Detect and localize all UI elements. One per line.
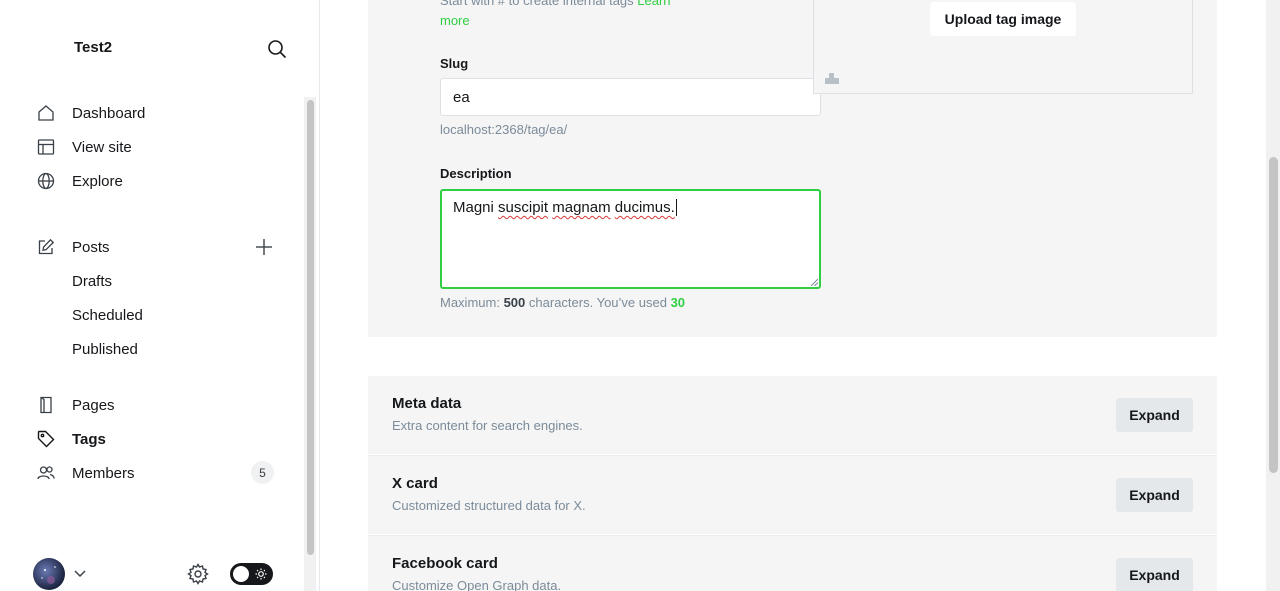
- main-scrollbar-thumb[interactable]: [1269, 157, 1278, 473]
- section-facebook-card: Facebook card Customize Open Graph data.…: [368, 535, 1217, 591]
- members-count-badge: 5: [251, 461, 274, 484]
- slug-url: localhost:2368/tag/ea/: [440, 122, 568, 137]
- slug-value: ea: [453, 88, 470, 106]
- section-title: Facebook card: [392, 555, 498, 572]
- nav-label: Explore: [72, 172, 123, 190]
- globe-icon: [36, 171, 56, 191]
- desc-word: ducimus.: [614, 199, 675, 216]
- expand-button[interactable]: Expand: [1116, 398, 1193, 432]
- theme-toggle[interactable]: [230, 563, 273, 585]
- expand-button[interactable]: Expand: [1116, 558, 1193, 591]
- pages-icon: [36, 395, 56, 415]
- char-used: 30: [670, 295, 686, 310]
- section-meta-data: Meta data Extra content for search engin…: [368, 376, 1217, 454]
- search-icon: [268, 40, 287, 59]
- nav-drafts[interactable]: Drafts: [72, 268, 112, 294]
- home-icon: [36, 103, 56, 123]
- nav-members[interactable]: Members: [36, 460, 135, 486]
- members-icon: [36, 463, 56, 483]
- nav-scheduled[interactable]: Scheduled: [72, 302, 143, 328]
- site-title: Test2: [74, 39, 113, 56]
- nav-label: Drafts: [72, 272, 113, 290]
- upload-tag-image-button[interactable]: Upload tag image: [930, 2, 1076, 36]
- nav-explore[interactable]: Explore: [36, 168, 123, 194]
- char-hint-mid: characters. You’ve used: [528, 295, 667, 310]
- sidebar-scrollbar-thumb[interactable]: [307, 100, 314, 555]
- nav-pages[interactable]: Pages: [36, 392, 115, 418]
- layout-icon: [36, 137, 56, 157]
- chevron-down-icon: [74, 570, 86, 578]
- add-post-button[interactable]: [253, 236, 275, 258]
- section-description: Extra content for search engines.: [392, 418, 583, 433]
- char-count-hint: Maximum: 500 characters. You’ve used 30: [440, 295, 685, 310]
- nav-published[interactable]: Published: [72, 336, 138, 362]
- nav-label: View site: [72, 138, 132, 156]
- nav-tags[interactable]: Tags: [36, 426, 106, 452]
- nav-label: Scheduled: [72, 306, 143, 324]
- section-description: Customized structured data for X.: [392, 498, 586, 513]
- avatar[interactable]: [33, 558, 65, 590]
- search-button[interactable]: [264, 36, 290, 62]
- nav-label: Published: [72, 340, 138, 358]
- desc-word: Magni: [453, 199, 494, 216]
- image-placeholder-icon: [825, 73, 839, 84]
- section-title: X card: [392, 475, 438, 492]
- name-hint-text: Start with # to create internal tags: [440, 0, 634, 8]
- expand-button[interactable]: Expand: [1116, 478, 1193, 512]
- gear-icon: [187, 563, 209, 585]
- description-label: Description: [440, 166, 512, 181]
- sun-icon: [253, 566, 269, 582]
- main-content: Start with # to create internal tags Lea…: [320, 0, 1280, 591]
- char-max: 500: [503, 295, 526, 310]
- section-description: Customize Open Graph data.: [392, 578, 562, 591]
- tag-image-box: Upload tag image: [813, 0, 1193, 94]
- nav-label: Members: [72, 464, 135, 482]
- nav-dashboard[interactable]: Dashboard: [36, 100, 145, 126]
- tag-icon: [36, 429, 56, 449]
- nav-label: Dashboard: [72, 104, 146, 122]
- slug-label: Slug: [440, 56, 469, 71]
- section-x-card: X card Customized structured data for X.…: [368, 455, 1217, 534]
- user-menu-toggle[interactable]: [72, 566, 88, 582]
- desc-word: suscipit: [498, 199, 549, 216]
- settings-button[interactable]: [186, 562, 210, 586]
- nav-posts[interactable]: Posts: [36, 234, 110, 260]
- edit-icon: [36, 237, 56, 257]
- description-textarea[interactable]: Magni suscipit magnam ducimus.: [440, 189, 821, 289]
- name-hint: Start with # to create internal tags Lea…: [440, 0, 700, 31]
- nav-label: Tags: [72, 430, 106, 448]
- sidebar: Test2 Dashboard View site Explore Posts …: [0, 0, 320, 591]
- nav-label: Pages: [72, 396, 115, 414]
- desc-word: magnam: [552, 199, 611, 216]
- nav-label: Posts: [72, 238, 110, 256]
- section-title: Meta data: [392, 395, 462, 412]
- text-cursor: [675, 199, 677, 216]
- char-hint-prefix: Maximum:: [440, 295, 500, 310]
- avatar-image-icon: [41, 566, 56, 584]
- slug-input[interactable]: ea: [440, 78, 821, 116]
- resize-grip-icon[interactable]: [810, 278, 818, 286]
- toggle-knob: [233, 566, 249, 582]
- plus-icon: [256, 239, 272, 255]
- nav-view-site[interactable]: View site: [36, 134, 132, 160]
